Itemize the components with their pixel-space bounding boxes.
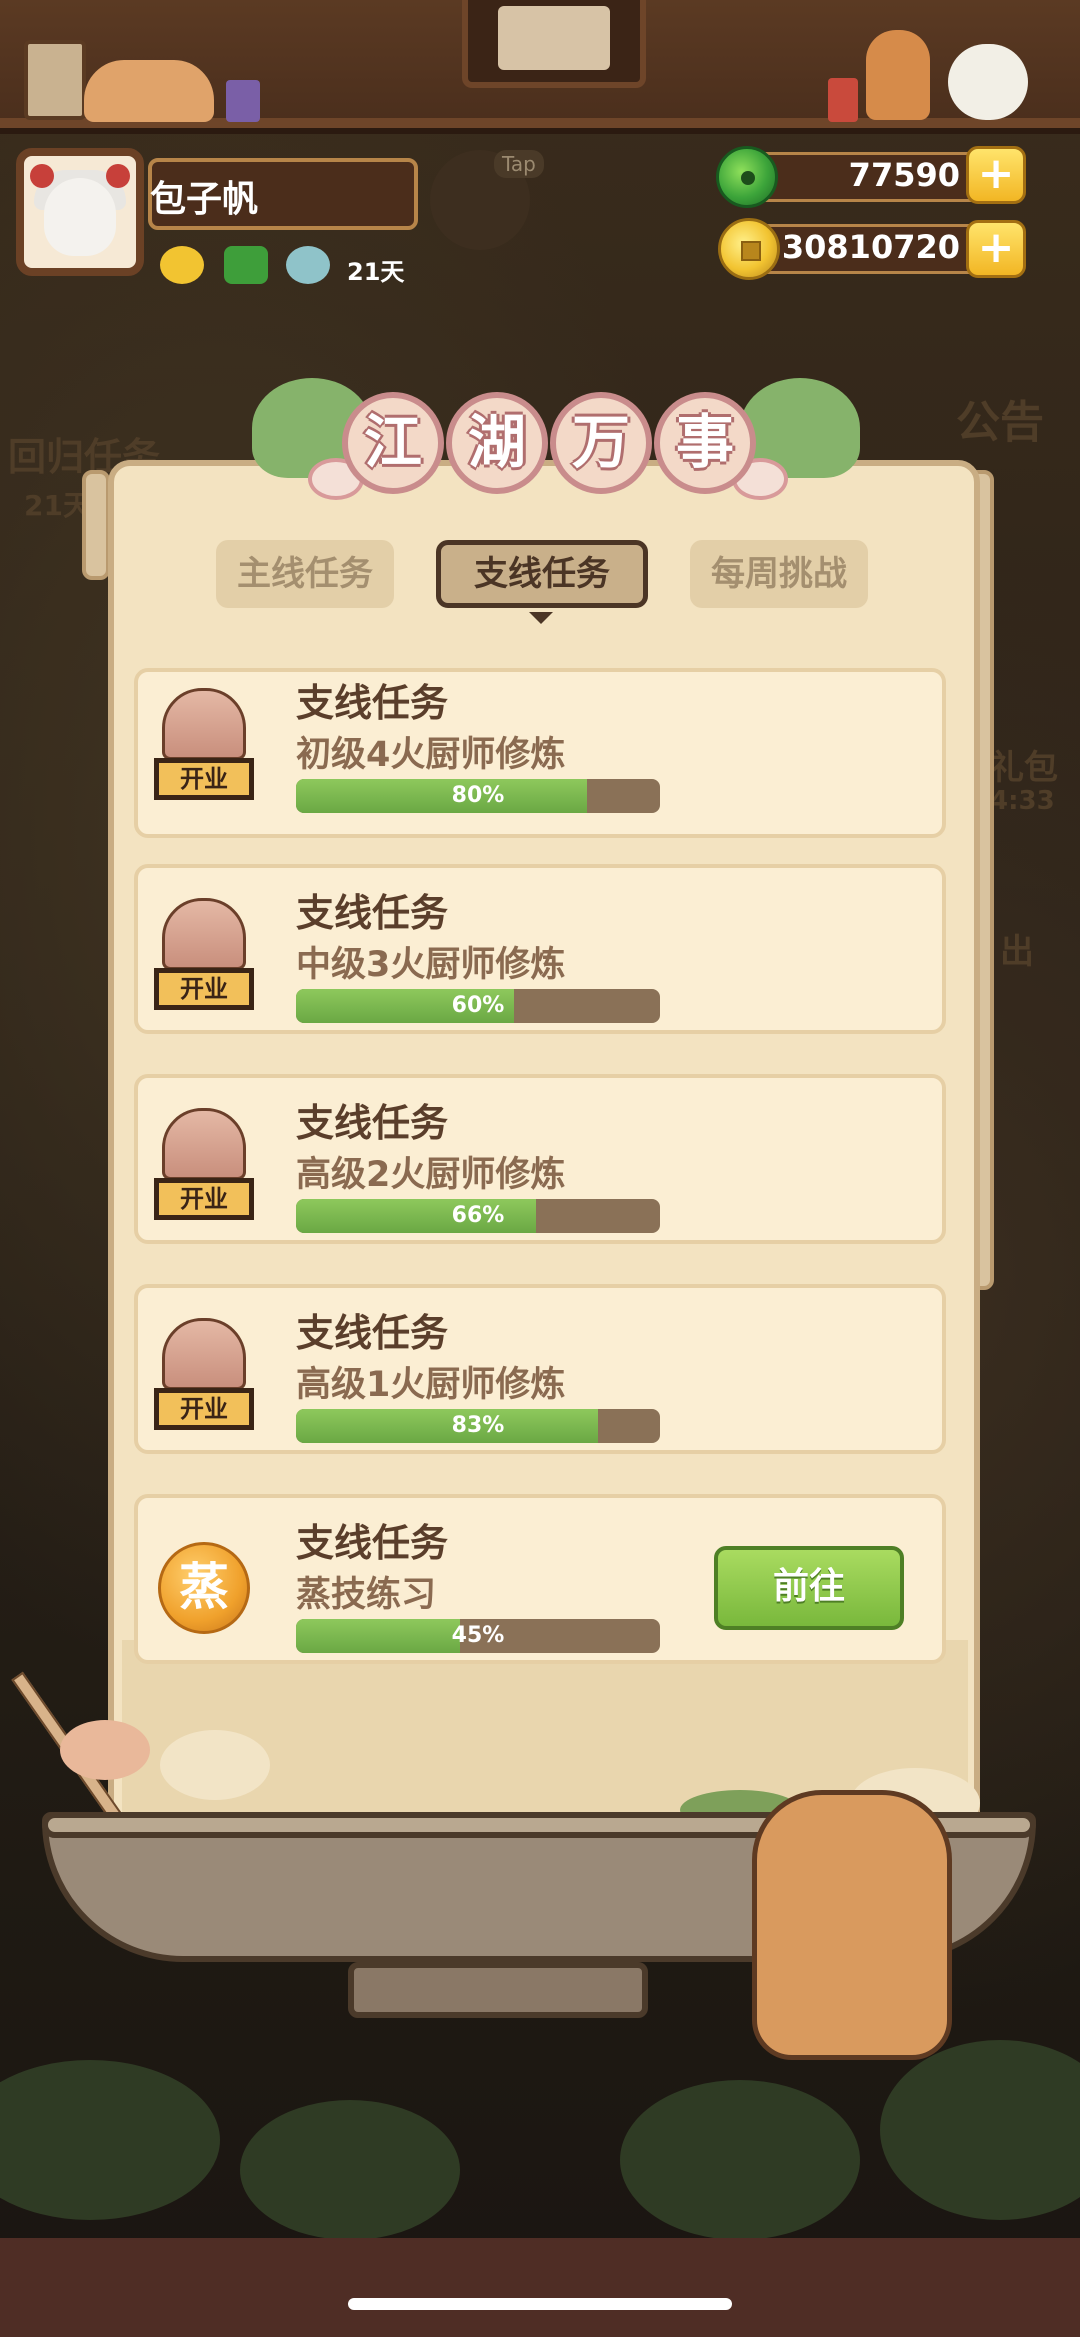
bg-notice-label: 公告: [956, 397, 1044, 448]
coin-hole: [741, 241, 761, 261]
bg-gift-label: 礼包: [990, 748, 1058, 788]
jade-icon: [716, 146, 778, 208]
climbing-cat-icon: [752, 1790, 952, 2060]
steam-badge-icon: 蒸: [158, 1542, 250, 1634]
task-progress-label: 45%: [451, 1623, 505, 1648]
player-name: 包子帆: [150, 179, 259, 220]
jade-amount: 77590: [848, 156, 960, 194]
task-progress-bar: 66%: [296, 1199, 660, 1233]
shop-roof: [162, 898, 246, 970]
title-char-3: 万: [550, 392, 652, 494]
portrait-image: [498, 6, 610, 70]
task-progress-bar: 45%: [296, 1619, 660, 1653]
shop-sign-label: 开业: [154, 1388, 254, 1430]
purple-jar-icon: [226, 80, 260, 122]
add-coin-button[interactable]: +: [966, 220, 1026, 278]
dumpling-icon: [160, 1730, 270, 1800]
player-avatar[interactable]: [16, 148, 144, 276]
coin-up-icon: [160, 246, 204, 284]
task-description: 高级1火厨师修炼: [296, 1365, 566, 1405]
shop-icon: 开业: [150, 898, 258, 1016]
task-progress-label: 83%: [451, 1413, 505, 1438]
login-days: 21天: [347, 258, 405, 286]
shop-sign-label: 开业: [154, 1178, 254, 1220]
panel-title: 江 湖 万 事: [338, 392, 758, 502]
hanging-box-icon[interactable]: [24, 40, 86, 120]
coin-icon: [718, 218, 780, 280]
tab-main-quests[interactable]: 主线任务: [216, 540, 394, 608]
scroll-rod-left: [82, 470, 110, 580]
task-progress-bar: 80%: [296, 779, 660, 813]
shop-icon: 开业: [150, 1108, 258, 1226]
palm-tree-icon: [620, 2080, 860, 2240]
task-title: 支线任务: [296, 1311, 449, 1355]
shop-icon: 开业: [150, 1318, 258, 1436]
bg-timer-label: 4:33: [990, 786, 1055, 816]
task-progress-bar: 60%: [296, 989, 660, 1023]
tap-label: Tap: [494, 150, 544, 178]
task-title: 支线任务: [296, 891, 449, 935]
avatar-bow-right: [106, 164, 130, 188]
bg-return-days: 21天: [24, 489, 91, 522]
active-tab-pointer: [529, 612, 553, 624]
doll-figure-icon[interactable]: [866, 30, 930, 120]
avatar-bow-left: [30, 164, 54, 188]
bg-out-label: 出: [1000, 932, 1034, 972]
meatball-icon: [60, 1720, 150, 1780]
task-progress-label: 80%: [451, 783, 505, 808]
shop-icon: 开业: [150, 688, 258, 806]
task-progress-label: 66%: [451, 1203, 505, 1228]
task-description: 初级4火厨师修炼: [296, 735, 566, 775]
task-title: 支线任务: [296, 1101, 449, 1145]
level-up-icon: [224, 246, 268, 284]
coin-amount: 30810720: [781, 228, 960, 266]
sleeping-cat-icon[interactable]: [84, 60, 214, 122]
avatar-face: [44, 178, 116, 256]
tab-side-quests[interactable]: 支线任务: [436, 540, 648, 608]
task-title: 支线任务: [296, 681, 449, 725]
home-indicator[interactable]: [348, 2298, 732, 2310]
red-jar-icon: [828, 78, 858, 122]
bottom-bar: [0, 2238, 1080, 2337]
white-cat-icon[interactable]: [948, 44, 1028, 120]
title-char-2: 湖: [446, 392, 548, 494]
task-title: 支线任务: [296, 1521, 449, 1565]
portrait-frame[interactable]: [462, 0, 646, 88]
add-jade-button[interactable]: +: [966, 146, 1026, 204]
title-char-4: 事: [654, 392, 756, 494]
task-progress-bar: 83%: [296, 1409, 660, 1443]
plate-icon: [286, 246, 330, 284]
shop-roof: [162, 688, 246, 760]
shop-roof: [162, 1108, 246, 1180]
jade-hole: [741, 171, 755, 185]
go-button[interactable]: 前往: [714, 1546, 904, 1630]
title-char-1: 江: [342, 392, 444, 494]
task-description: 高级2火厨师修炼: [296, 1155, 566, 1195]
shop-roof: [162, 1318, 246, 1390]
task-description: 中级3火厨师修炼: [296, 945, 566, 985]
task-progress-label: 60%: [451, 993, 505, 1018]
palm-tree-icon: [240, 2100, 460, 2240]
shop-sign-label: 开业: [154, 968, 254, 1010]
tab-weekly-challenge[interactable]: 每周挑战: [690, 540, 868, 608]
task-description: 蒸技练习: [296, 1575, 437, 1615]
shop-sign-label: 开业: [154, 758, 254, 800]
bowl-base: [348, 1962, 648, 2018]
